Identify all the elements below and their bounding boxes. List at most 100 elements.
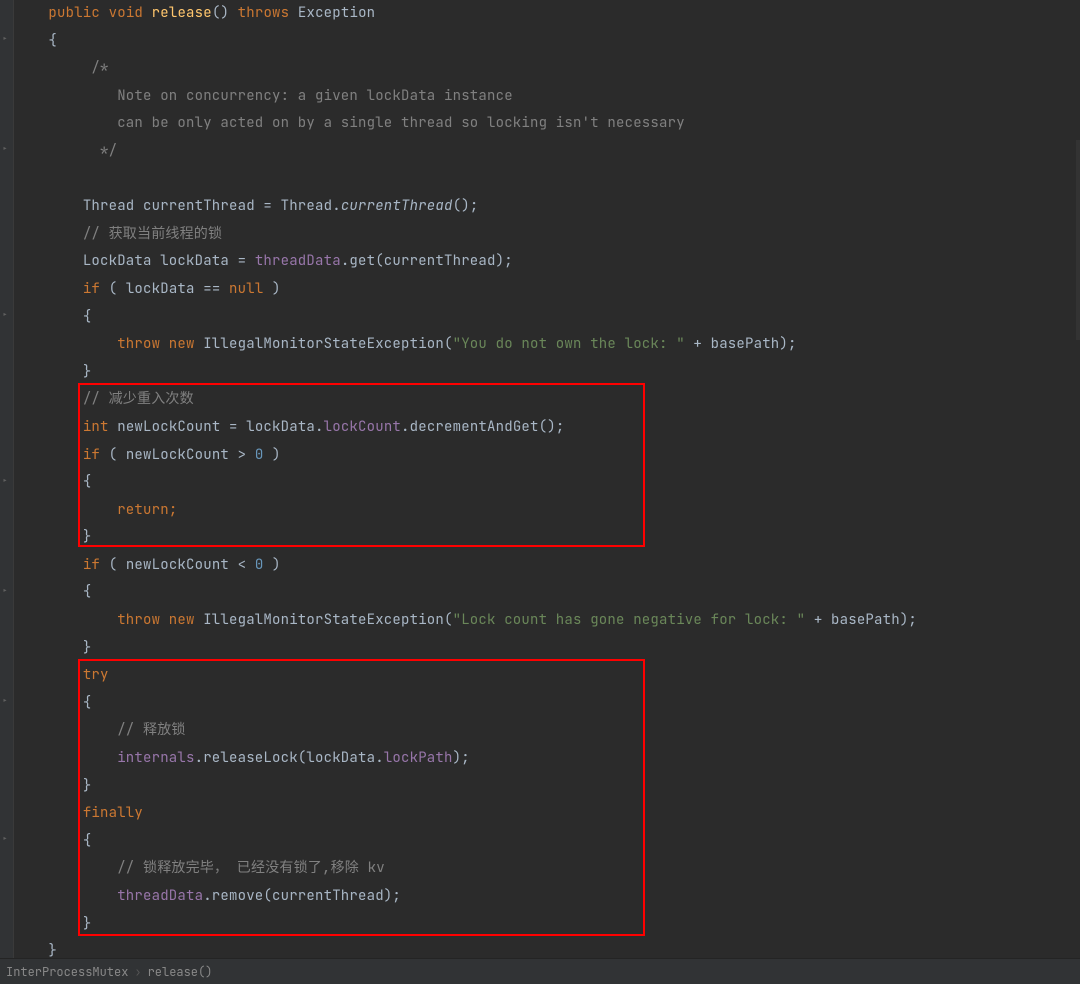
code-line[interactable]: } xyxy=(14,773,1076,801)
code-line[interactable]: { xyxy=(14,469,1076,497)
token-keyword: void xyxy=(109,4,143,22)
token-comment: */ xyxy=(91,142,117,160)
token: ) xyxy=(263,556,280,574)
code-line[interactable]: } xyxy=(14,911,1076,939)
token-brace: { xyxy=(83,694,92,712)
fold-marker-icon[interactable]: ▸ xyxy=(2,310,12,320)
code-line[interactable]: { xyxy=(14,579,1076,607)
token-brace: { xyxy=(83,583,92,601)
code-editor[interactable]: ▸ ▸ ▸ ▸ ▸ ▸ ▸ public void release() thro… xyxy=(0,0,1080,958)
code-line[interactable]: */ xyxy=(14,138,1076,166)
token-brace: { xyxy=(48,32,57,50)
token-brace: } xyxy=(83,915,92,933)
code-area[interactable]: public void release() throws Exception {… xyxy=(14,0,1076,958)
token: + basePath); xyxy=(685,335,797,353)
gutter: ▸ ▸ ▸ ▸ ▸ ▸ ▸ xyxy=(0,0,14,958)
token: ) xyxy=(263,446,280,464)
token-brace: } xyxy=(83,639,92,657)
token-brace: { xyxy=(83,308,92,326)
code-line[interactable]: public void release() throws Exception xyxy=(14,0,1076,28)
token: (); xyxy=(453,197,479,215)
breadcrumb-method[interactable]: release() xyxy=(148,964,213,980)
code-line[interactable]: // 获取当前线程的锁 xyxy=(14,221,1076,249)
fold-marker-icon[interactable]: ▸ xyxy=(2,144,12,154)
scrollbar-thumb[interactable] xyxy=(1076,140,1080,340)
token: .get(currentThread); xyxy=(341,252,513,270)
token-comment: // 释放锁 xyxy=(117,721,185,739)
code-line[interactable]: } xyxy=(14,635,1076,663)
token-method: release xyxy=(152,4,212,22)
token-keyword: throw new xyxy=(117,335,203,353)
token: ; xyxy=(169,501,178,519)
vertical-scrollbar[interactable] xyxy=(1076,0,1080,958)
token: LockData lockData = xyxy=(83,252,255,270)
token-keyword: throws xyxy=(238,4,290,22)
token: + basePath); xyxy=(805,611,917,629)
breadcrumb-sep-icon: › xyxy=(134,964,141,980)
fold-marker-icon[interactable]: ▸ xyxy=(2,476,12,486)
fold-marker-icon[interactable]: ▸ xyxy=(2,586,12,596)
token-field: threadData xyxy=(255,252,341,270)
token-keyword: throw new xyxy=(117,611,203,629)
token-comment: // 锁释放完毕， 已经没有锁了,移除 kv xyxy=(117,859,385,877)
fold-marker-icon[interactable]: ▸ xyxy=(2,696,12,706)
token-comment: // 获取当前线程的锁 xyxy=(83,225,222,243)
code-line[interactable] xyxy=(14,166,1076,194)
code-line[interactable]: { xyxy=(14,828,1076,856)
token: ); xyxy=(453,749,470,767)
code-line[interactable]: // 锁释放完毕， 已经没有锁了,移除 kv xyxy=(14,855,1076,883)
token: IllegalMonitorStateException( xyxy=(203,335,452,353)
code-line[interactable]: can be only acted on by a single thread … xyxy=(14,110,1076,138)
breadcrumb-class[interactable]: InterProcessMutex xyxy=(6,964,128,980)
token-keyword: if xyxy=(83,446,100,464)
code-line[interactable]: if ( lockData == null ) xyxy=(14,276,1076,304)
token-keyword: finally xyxy=(83,804,143,822)
token-static-call: currentThread xyxy=(341,197,453,215)
token-brace: } xyxy=(83,528,92,546)
code-line[interactable]: LockData lockData = threadData.get(curre… xyxy=(14,248,1076,276)
token: Thread currentThread = Thread. xyxy=(83,197,341,215)
code-line[interactable]: Note on concurrency: a given lockData in… xyxy=(14,83,1076,111)
token-keyword: return xyxy=(117,501,169,519)
code-line[interactable]: { xyxy=(14,304,1076,332)
token-field: threadData xyxy=(117,887,203,905)
code-line[interactable]: throw new IllegalMonitorStateException("… xyxy=(14,331,1076,359)
token: ) xyxy=(263,280,280,298)
token-comment: /* xyxy=(91,59,108,77)
code-line[interactable]: } xyxy=(14,359,1076,387)
code-line[interactable]: throw new IllegalMonitorStateException("… xyxy=(14,607,1076,635)
fold-marker-icon[interactable]: ▸ xyxy=(2,34,12,44)
code-line[interactable]: if ( newLockCount < 0 ) xyxy=(14,552,1076,580)
code-line[interactable]: threadData.remove(currentThread); xyxy=(14,883,1076,911)
token-brace: { xyxy=(83,473,92,491)
code-line[interactable]: /* xyxy=(14,55,1076,83)
token: ( newLockCount < xyxy=(100,556,255,574)
code-line[interactable]: int newLockCount = lockData.lockCount.de… xyxy=(14,414,1076,442)
code-line[interactable]: // 释放锁 xyxy=(14,717,1076,745)
token-keyword: null xyxy=(229,280,263,298)
token-keyword: try xyxy=(83,666,109,684)
code-line[interactable]: try xyxy=(14,662,1076,690)
code-line[interactable]: internals.releaseLock(lockData.lockPath)… xyxy=(14,745,1076,773)
code-line[interactable]: { xyxy=(14,28,1076,56)
token: ( newLockCount > xyxy=(100,446,255,464)
fold-marker-icon[interactable]: ▸ xyxy=(2,834,12,844)
token-field: internals xyxy=(117,749,194,767)
token: IllegalMonitorStateException( xyxy=(203,611,452,629)
code-line[interactable]: return; xyxy=(14,497,1076,525)
code-line[interactable]: { xyxy=(14,690,1076,718)
token-string: "You do not own the lock: " xyxy=(453,335,685,353)
token-brace: } xyxy=(83,777,92,795)
code-line[interactable]: } xyxy=(14,524,1076,552)
code-line[interactable]: // 减少重入次数 xyxy=(14,386,1076,414)
breadcrumb[interactable]: InterProcessMutex › release() xyxy=(0,958,1080,984)
token-comment: can be only acted on by a single thread … xyxy=(91,114,684,132)
code-line[interactable]: Thread currentThread = Thread.currentThr… xyxy=(14,193,1076,221)
token-paren: () xyxy=(212,4,229,22)
token-brace: { xyxy=(83,832,92,850)
token: .decrementAndGet(); xyxy=(401,418,564,436)
token-string: "Lock count has gone negative for lock: … xyxy=(453,611,806,629)
token-keyword: int xyxy=(83,418,109,436)
code-line[interactable]: if ( newLockCount > 0 ) xyxy=(14,442,1076,470)
code-line[interactable]: finally xyxy=(14,800,1076,828)
